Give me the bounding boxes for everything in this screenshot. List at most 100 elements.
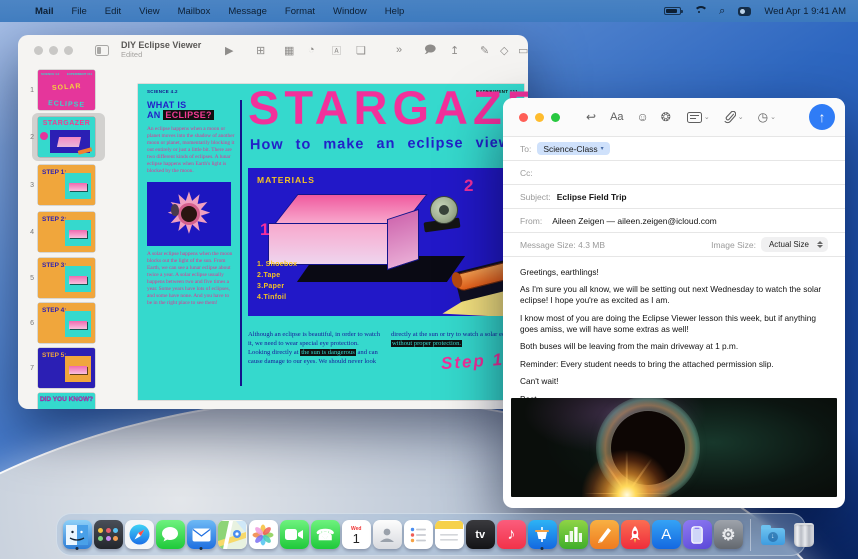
comment-icon[interactable]: 🗩 bbox=[424, 35, 442, 65]
slide-thumbnail-8[interactable]: DID YOU KNOW? bbox=[18, 393, 95, 409]
send-button[interactable]: ↑ bbox=[809, 104, 835, 130]
text-icon[interactable]: 🄰 bbox=[332, 35, 350, 65]
dock-calendar[interactable]: Wed 1 bbox=[342, 520, 371, 549]
image-size-select[interactable]: Actual Size bbox=[761, 237, 828, 252]
heading-eclipse-highlight: ECLIPSE? bbox=[163, 110, 213, 120]
menu-window[interactable]: Window bbox=[333, 6, 367, 17]
materials-label: MATERIALS bbox=[257, 175, 315, 185]
minimize-button[interactable] bbox=[535, 113, 544, 122]
slide-number: 1 bbox=[18, 87, 34, 94]
material-item-tape: 2.Tape bbox=[257, 271, 297, 282]
message-body[interactable]: Greetings, earthlings! As I'm sure you a… bbox=[503, 256, 845, 415]
from-field[interactable]: From: Aileen Zeigen — aileen.zeigen@iclo… bbox=[503, 208, 845, 232]
play-icon[interactable]: ▶ bbox=[225, 35, 243, 65]
zoom-button[interactable] bbox=[64, 46, 73, 55]
menu-view[interactable]: View bbox=[139, 6, 159, 17]
menu-help[interactable]: Help bbox=[385, 6, 405, 17]
shapes-icon[interactable]: ❏ bbox=[356, 35, 374, 65]
dock-facetime[interactable] bbox=[280, 520, 309, 549]
subject-label: Subject: bbox=[520, 192, 551, 202]
eclipse-photo-attachment[interactable] bbox=[511, 398, 837, 497]
dock-trash[interactable] bbox=[790, 520, 819, 549]
slide-thumbnail-1[interactable]: 1 SCIENCE 4.2 EXPERIMENT #11 SOLAR ECLIP… bbox=[18, 70, 95, 110]
slide-thumbnail-6[interactable]: 6 STEP 4: bbox=[18, 303, 95, 343]
caution-col1-highlight: the sun is dangerous bbox=[300, 349, 356, 356]
dock-finder[interactable] bbox=[63, 520, 92, 549]
dock-rocket[interactable] bbox=[621, 520, 650, 549]
dock-iphone-mirroring[interactable] bbox=[683, 520, 712, 549]
close-button[interactable] bbox=[519, 113, 528, 122]
thumb1-word: SOLAR bbox=[52, 83, 82, 92]
share-icon[interactable]: ↥ bbox=[450, 35, 468, 65]
stamp-icon[interactable]: ❂ bbox=[661, 110, 671, 124]
dock-appstore[interactable]: A bbox=[652, 520, 681, 549]
dock-downloads[interactable]: ↓ bbox=[759, 520, 788, 549]
document-icon[interactable]: ▭ bbox=[518, 35, 528, 65]
dock-notes[interactable] bbox=[435, 520, 464, 549]
header-fields-icon[interactable]: ⌄ bbox=[687, 112, 710, 123]
heading-an: AN bbox=[147, 110, 163, 120]
slide-thumbnail-7[interactable]: 7 STEP 5: bbox=[18, 348, 95, 388]
eclipse-paragraph-1: An eclipse happens when a moon or planet… bbox=[147, 126, 235, 176]
table-icon[interactable]: ▦ bbox=[284, 35, 302, 65]
dock-reminders[interactable] bbox=[404, 520, 433, 549]
search-icon[interactable]: ⌕ bbox=[719, 5, 725, 18]
subject-field[interactable]: Subject: Eclipse Field Trip bbox=[503, 184, 845, 208]
menu-edit[interactable]: Edit bbox=[105, 6, 121, 17]
animate-icon[interactable]: ◇ bbox=[500, 35, 518, 65]
attach-icon[interactable]: ⌄ bbox=[724, 111, 744, 124]
running-indicator bbox=[200, 547, 203, 550]
close-button[interactable] bbox=[34, 46, 43, 55]
cc-field[interactable]: Cc: bbox=[503, 160, 845, 184]
wifi-icon[interactable] bbox=[694, 6, 706, 16]
dock-phone[interactable]: ☎ bbox=[311, 520, 340, 549]
slide-thumbnail-3[interactable]: 3 STEP 1: bbox=[18, 165, 95, 205]
menu-file[interactable]: File bbox=[71, 6, 86, 17]
slide-navigator: 1 SCIENCE 4.2 EXPERIMENT #11 SOLAR ECLIP… bbox=[18, 65, 113, 409]
emoji-icon[interactable]: ☺ bbox=[637, 110, 649, 124]
menu-format[interactable]: Format bbox=[285, 6, 315, 17]
to-field[interactable]: To: Science-Class▾ bbox=[503, 136, 845, 160]
send-later-icon[interactable]: ◷⌄ bbox=[758, 110, 776, 124]
menu-mailbox[interactable]: Mailbox bbox=[178, 6, 211, 17]
caution-col2: directly at the sun or try to watch a so… bbox=[391, 331, 517, 338]
zoom-button[interactable] bbox=[551, 113, 560, 122]
dock-maps[interactable] bbox=[218, 520, 247, 549]
dock-music[interactable]: ♪ bbox=[497, 520, 526, 549]
dock-launchpad[interactable] bbox=[94, 520, 123, 549]
dock-numbers[interactable] bbox=[559, 520, 588, 549]
thumb8-label: DID YOU KNOW? bbox=[38, 396, 95, 403]
dock-settings[interactable]: ⚙ bbox=[714, 520, 743, 549]
chart-icon[interactable]: ◔ bbox=[308, 35, 326, 65]
dock-safari[interactable] bbox=[125, 520, 154, 549]
undo-icon[interactable]: ↩ bbox=[586, 110, 596, 124]
slide-thumbnail-4[interactable]: 4 STEP 2: bbox=[18, 212, 95, 252]
dock-tv[interactable]: tv bbox=[466, 520, 495, 549]
minimize-button[interactable] bbox=[49, 46, 58, 55]
menu-bar: Mail File Edit View Mailbox Message Form… bbox=[0, 0, 858, 22]
menu-message[interactable]: Message bbox=[228, 6, 267, 17]
battery-icon[interactable] bbox=[664, 7, 681, 15]
format-icon[interactable]: ✎ bbox=[480, 35, 498, 65]
sun-illustration: ✹ bbox=[147, 182, 231, 246]
sidebar-toggle-icon[interactable] bbox=[95, 45, 109, 56]
eclipse-shadow-icon bbox=[171, 204, 179, 216]
slide-thumbnail-5[interactable]: 5 STEP 3: bbox=[18, 258, 95, 298]
dock-keynote[interactable] bbox=[528, 520, 557, 549]
menu-clock[interactable]: Wed Apr 1 9:41 AM bbox=[764, 6, 846, 17]
dock-photos[interactable] bbox=[249, 520, 278, 549]
thumb1-tag-right: EXPERIMENT #11 bbox=[67, 72, 92, 76]
material-item-shoebox: 1. Shoebox bbox=[257, 260, 297, 271]
dock-messages[interactable] bbox=[156, 520, 185, 549]
format-text-icon[interactable]: Aa bbox=[610, 111, 623, 123]
dock-contacts[interactable] bbox=[373, 520, 402, 549]
add-slide-icon[interactable]: ⊞ bbox=[256, 35, 274, 65]
dock-pages[interactable] bbox=[590, 520, 619, 549]
dock-mail[interactable] bbox=[187, 520, 216, 549]
stargazer-slide[interactable]: SCIENCE 4.2 EXPERIMENT #11 WHAT IS AN EC… bbox=[138, 84, 524, 400]
more-icon[interactable]: » bbox=[396, 35, 414, 65]
slide-thumbnail-2-selected[interactable]: 2 STARGAZER bbox=[18, 117, 95, 157]
control-center-icon[interactable] bbox=[738, 7, 751, 16]
recipient-token[interactable]: Science-Class▾ bbox=[537, 142, 609, 155]
menu-mail[interactable]: Mail bbox=[35, 6, 53, 17]
